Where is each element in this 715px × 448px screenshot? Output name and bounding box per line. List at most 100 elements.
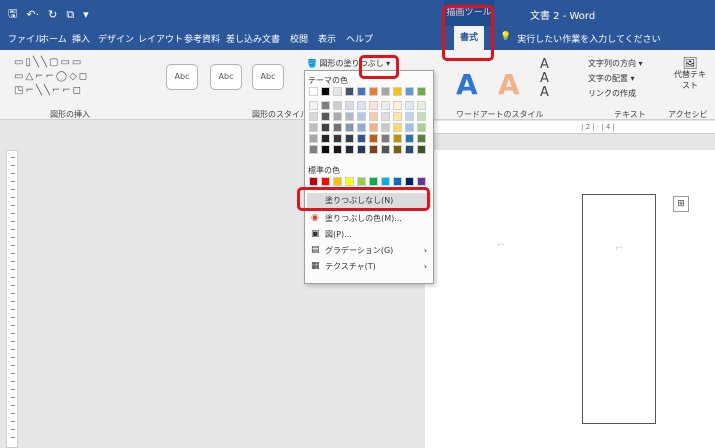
theme-color-swatch[interactable] [393,87,402,96]
theme-shade-swatch[interactable] [381,112,390,121]
theme-shade-swatch[interactable] [405,145,414,154]
more-fill-colors-item[interactable]: ◉ 塗りつぶしの色(M)... [307,211,431,226]
tab-help[interactable]: ヘルプ [346,32,373,45]
theme-color-swatch[interactable] [345,87,354,96]
theme-shade-swatch[interactable] [345,134,354,143]
wordart-style-orange[interactable]: A [498,68,520,101]
theme-shade-swatch[interactable] [309,112,318,121]
text-fill-icon[interactable]: AAA [540,58,549,100]
theme-shade-swatch[interactable] [369,145,378,154]
theme-shade-swatch[interactable] [309,101,318,110]
shape-style-1[interactable]: Abc [166,64,198,90]
theme-shade-swatch[interactable] [369,123,378,132]
theme-shade-swatch[interactable] [417,145,426,154]
theme-shade-swatch[interactable] [333,123,342,132]
theme-shade-swatch[interactable] [393,101,402,110]
wordart-style-blue[interactable]: A [456,68,478,101]
shape-style-2[interactable]: Abc [210,64,242,90]
theme-shade-swatch[interactable] [357,145,366,154]
theme-shade-swatch[interactable] [393,112,402,121]
theme-color-swatch[interactable] [369,87,378,96]
shapes-gallery[interactable]: ▭▯╲╲▢▭▭ ▭△⌐⌐◯◇◻ ◳⌐╲╲⌐⌐◻ [14,56,139,100]
gradient-fill-item[interactable]: ▤ グラデーション(G) › [307,243,431,258]
theme-shade-swatch[interactable] [393,134,402,143]
tell-me-box[interactable]: 💡 実行したい作業を入力してください [500,32,661,45]
tab-layout[interactable]: レイアウト [138,32,183,45]
customize-qat-icon[interactable]: ▾ [83,8,89,21]
theme-shade-swatch[interactable] [405,112,414,121]
shape-style-3[interactable]: Abc [252,64,284,90]
theme-shade-swatch[interactable] [417,134,426,143]
theme-shade-swatch[interactable] [333,134,342,143]
tab-references[interactable]: 参考資料 [184,32,220,45]
theme-shade-swatch[interactable] [333,112,342,121]
theme-shade-swatch[interactable] [393,145,402,154]
theme-shade-swatch[interactable] [333,101,342,110]
theme-shade-swatch[interactable] [405,123,414,132]
theme-shade-swatch[interactable] [417,101,426,110]
theme-shade-swatch[interactable] [321,123,330,132]
theme-color-swatch[interactable] [381,87,390,96]
theme-shade-swatch[interactable] [309,145,318,154]
theme-shade-swatch[interactable] [405,134,414,143]
tab-design[interactable]: デザイン [98,32,134,45]
alt-text-button[interactable]: 🖼 代替テキスト [672,57,708,91]
standard-color-swatch[interactable] [333,177,342,186]
document-page[interactable]: ⌐ [425,150,715,448]
theme-shade-swatch[interactable] [345,112,354,121]
horizontal-ruler[interactable]: | 2 | · | 4 | [425,121,715,134]
save-icon[interactable]: 🖫 [8,5,17,24]
theme-shade-swatch[interactable] [381,145,390,154]
create-link-button[interactable]: リンクの作成 [588,86,643,101]
theme-shade-swatch[interactable] [405,101,414,110]
theme-shade-swatch[interactable] [321,101,330,110]
tab-home[interactable]: ホーム [40,32,67,45]
theme-color-swatch[interactable] [309,87,318,96]
theme-shade-swatch[interactable] [369,112,378,121]
standard-color-swatch[interactable] [321,177,330,186]
standard-color-swatch[interactable] [357,177,366,186]
theme-shade-swatch[interactable] [357,123,366,132]
standard-color-swatch[interactable] [345,177,354,186]
theme-shade-swatch[interactable] [357,112,366,121]
theme-shade-swatch[interactable] [309,134,318,143]
tab-mailings[interactable]: 差し込み文書 [226,32,280,45]
theme-shade-swatch[interactable] [393,123,402,132]
theme-color-swatch[interactable] [417,87,426,96]
theme-shade-swatch[interactable] [381,101,390,110]
theme-shade-swatch[interactable] [357,101,366,110]
picture-fill-item[interactable]: ▣ 図(P)... [307,227,431,242]
text-direction-button[interactable]: 文字列の方向 ▾ [588,56,643,71]
texture-fill-item[interactable]: ▦ テクスチャ(T) › [307,259,431,274]
standard-color-swatch[interactable] [393,177,402,186]
theme-shade-swatch[interactable] [369,101,378,110]
theme-shade-swatch[interactable] [345,123,354,132]
theme-shade-swatch[interactable] [321,145,330,154]
theme-shade-swatch[interactable] [369,134,378,143]
theme-color-swatch[interactable] [405,87,414,96]
undo-icon[interactable]: ↶· [26,8,39,21]
standard-color-swatch[interactable] [309,177,318,186]
theme-shade-swatch[interactable] [345,145,354,154]
vertical-ruler[interactable] [6,150,18,448]
tab-file[interactable]: ファイル [8,32,44,45]
theme-shade-swatch[interactable] [357,134,366,143]
standard-color-swatch[interactable] [369,177,378,186]
theme-shade-swatch[interactable] [417,112,426,121]
layout-options-icon[interactable]: ⊞ [673,196,689,212]
redo-icon[interactable]: ↻ [48,8,57,21]
tab-view[interactable]: 表示 [318,32,336,45]
theme-shade-swatch[interactable] [321,134,330,143]
touch-mode-icon[interactable]: ⧉ [66,8,74,22]
theme-shade-swatch[interactable] [417,123,426,132]
standard-color-swatch[interactable] [405,177,414,186]
tab-insert[interactable]: 挿入 [72,32,90,45]
standard-color-swatch[interactable] [417,177,426,186]
align-text-button[interactable]: 文字の配置 ▾ [588,71,643,86]
standard-color-swatch[interactable] [381,177,390,186]
theme-color-swatch[interactable] [357,87,366,96]
theme-shade-swatch[interactable] [345,101,354,110]
vertical-text-box[interactable]: ⌐ [582,194,656,424]
theme-color-swatch[interactable] [333,87,342,96]
theme-shade-swatch[interactable] [309,123,318,132]
